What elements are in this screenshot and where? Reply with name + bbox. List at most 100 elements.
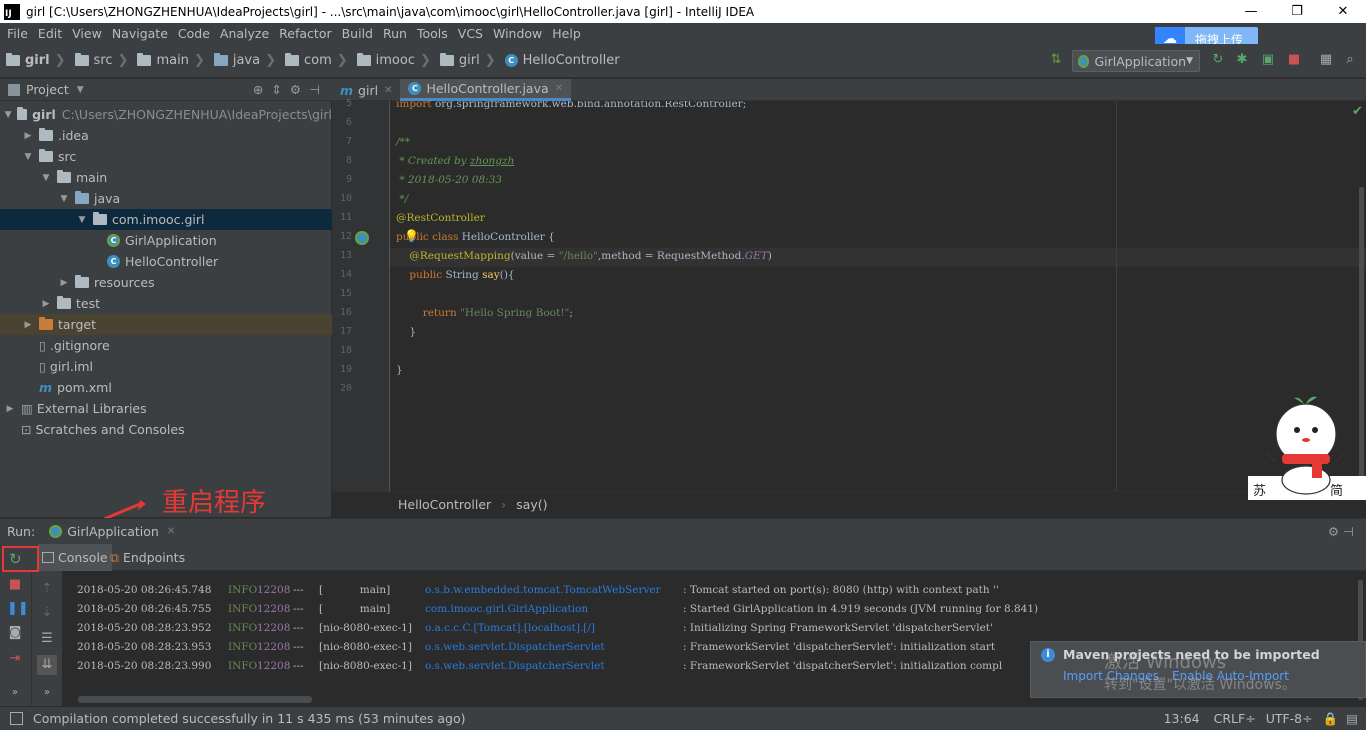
tree-item[interactable]: ▼ com.imooc.girl [0, 209, 332, 230]
log-msg: : Tomcat started on port(s): 8080 (http)… [683, 584, 999, 596]
menu-item-window[interactable]: Window [488, 26, 547, 41]
expanded-arrow-icon[interactable]: ▼ [3, 110, 13, 120]
breadcrumb-item[interactable]: com ❯ [284, 53, 353, 68]
camera-icon[interactable]: ◙ [7, 625, 23, 641]
more-icon[interactable]: » [7, 685, 23, 701]
stop-icon[interactable]: ■ [1286, 52, 1302, 68]
tree-item[interactable]: ▶ target [0, 314, 332, 335]
collapsed-arrow-icon[interactable]: ▶ [21, 131, 35, 141]
code-line: public String say(){ [409, 269, 515, 281]
run-tab-girl-application[interactable]: GirlApplication ✕ [49, 524, 175, 539]
caret-position[interactable]: 13:64 [1164, 711, 1200, 726]
line-separator[interactable]: CRLF÷ [1214, 711, 1256, 726]
tab-endpoints[interactable]: ⧉ Endpoints [106, 544, 189, 571]
menu-item-view[interactable]: View [67, 26, 107, 41]
build-icon[interactable]: ⇅ [1048, 52, 1064, 68]
editor-tabs: m girl ✕ C HelloController.java ✕ [332, 79, 1366, 101]
menu-item-tools[interactable]: Tools [412, 26, 453, 41]
debug-icon[interactable]: ✱ [1234, 52, 1250, 68]
pause-icon[interactable]: ❚❚ [7, 601, 29, 617]
tree-item[interactable]: ▯ girl.iml [0, 356, 332, 377]
menu-item-vcs[interactable]: VCS [453, 26, 488, 41]
collapsed-arrow-icon[interactable]: ▶ [3, 404, 17, 414]
menu-item-build[interactable]: Build [337, 26, 378, 41]
tree-item[interactable]: ⊡ Scratches and Consoles [0, 419, 332, 440]
run-gutter-icon[interactable] [355, 231, 369, 245]
project-panel-title[interactable]: Project [26, 82, 69, 97]
tab-console[interactable]: Console [38, 544, 112, 571]
menu-item-code[interactable]: Code [173, 26, 215, 41]
console-horizontal-scrollbar[interactable] [78, 696, 312, 703]
expanded-arrow-icon[interactable]: ▼ [21, 152, 35, 162]
tree-item[interactable]: ▶ resources [0, 272, 332, 293]
expanded-arrow-icon[interactable]: ▼ [75, 215, 89, 225]
menu-item-refactor[interactable]: Refactor [274, 26, 336, 41]
collapsed-arrow-icon[interactable]: ▶ [57, 278, 71, 288]
tab-hello-controller[interactable]: C HelloController.java ✕ [400, 79, 572, 101]
tree-item[interactable]: ▼ girl C:\Users\ZHONGZHENHUA\IdeaProjects\… [0, 104, 332, 125]
hide-icon[interactable]: ⊣ [309, 82, 328, 97]
run-tab-label: GirlApplication [67, 524, 159, 539]
tree-item[interactable]: C HelloController [0, 251, 332, 272]
code-editor[interactable]: import org.springframework.web.bind.anno… [390, 101, 1366, 491]
tree-item[interactable]: ▼ src [0, 146, 332, 167]
expanded-arrow-icon[interactable]: ▼ [39, 173, 53, 183]
menu-item-analyze[interactable]: Analyze [215, 26, 274, 41]
minimize-icon[interactable]: — [1228, 0, 1274, 23]
chevron-down-icon[interactable]: ▼ [77, 85, 84, 95]
breadcrumb-item[interactable]: java ❯ [213, 53, 281, 68]
tool-windows-icon[interactable] [10, 712, 23, 725]
tree-item[interactable]: ▶ test [0, 293, 332, 314]
menu-item-run[interactable]: Run [378, 26, 412, 41]
event-log-icon[interactable]: ▤ [1346, 711, 1358, 726]
exit-icon[interactable]: ⇥ [7, 651, 23, 667]
lightbulb-icon[interactable]: 💡 [404, 229, 419, 243]
breadcrumb-item[interactable]: girl ❯ [6, 53, 71, 68]
tree-item-label: GirlApplication [125, 233, 217, 248]
down-arrow-icon[interactable]: ⇣ [39, 605, 55, 621]
menu-item-navigate[interactable]: Navigate [107, 26, 173, 41]
gear-icon[interactable]: ⚙ [290, 82, 309, 97]
tree-item[interactable]: ▶ .idea [0, 125, 332, 146]
soft-wrap-icon[interactable]: ☰ [39, 631, 55, 647]
search-everywhere-icon[interactable]: ⌕ [1342, 52, 1358, 68]
tree-item[interactable]: m pom.xml [0, 377, 332, 398]
breadcrumb-item[interactable]: girl ❯ [439, 53, 501, 68]
collapsed-arrow-icon[interactable]: ▶ [21, 320, 35, 330]
tree-item[interactable]: ▼ main [0, 167, 332, 188]
breadcrumb-item[interactable]: src ❯ [74, 53, 134, 68]
menu-item-edit[interactable]: Edit [33, 26, 67, 41]
menu-item-file[interactable]: File [2, 26, 33, 41]
breadcrumb-item[interactable]: C HelloController [504, 53, 620, 68]
expanded-arrow-icon[interactable]: ▼ [57, 194, 71, 204]
run-configuration-select[interactable]: GirlApplication ▼ [1072, 50, 1200, 72]
breadcrumb-item[interactable]: main ❯ [137, 53, 209, 68]
close-tab-icon[interactable]: ✕ [555, 83, 563, 94]
collapsed-arrow-icon[interactable]: ▶ [39, 299, 53, 309]
more-icon[interactable]: » [39, 685, 55, 701]
scroll-to-end-icon[interactable]: ⇊ [37, 655, 57, 675]
tree-item[interactable]: ▼ java [0, 188, 332, 209]
close-tab-icon[interactable]: ✕ [384, 85, 392, 96]
rerun-icon[interactable]: ↻ [9, 550, 22, 568]
tree-item[interactable]: ▶ ▥ External Libraries [0, 398, 332, 419]
project-structure-icon[interactable]: ▦ [1318, 52, 1334, 68]
coverage-icon[interactable]: ▣ [1260, 52, 1276, 68]
up-arrow-icon[interactable]: ⇡ [39, 581, 55, 597]
stop-icon[interactable]: ■ [7, 577, 23, 593]
gear-icon[interactable]: ⚙ ⊣ [1328, 524, 1354, 539]
file-encoding[interactable]: UTF-8÷ [1266, 711, 1313, 726]
menu-item-help[interactable]: Help [547, 26, 586, 41]
breadcrumb-class[interactable]: HelloController [398, 497, 491, 512]
lock-icon[interactable]: 🔒 [1323, 711, 1339, 727]
restore-icon[interactable]: ❐ [1274, 0, 1320, 23]
tree-item[interactable]: C GirlApplication [0, 230, 332, 251]
breadcrumb-method[interactable]: say() [516, 497, 547, 512]
tree-item[interactable]: ▯ .gitignore [0, 335, 332, 356]
close-tab-icon[interactable]: ✕ [167, 526, 175, 537]
collapse-icon[interactable]: ⇕ [271, 82, 289, 97]
close-icon[interactable]: ✕ [1320, 0, 1366, 23]
rerun-icon[interactable]: ↻ [1210, 52, 1226, 68]
locate-icon[interactable]: ⊕ [253, 82, 271, 97]
breadcrumb-item[interactable]: imooc ❯ [356, 53, 436, 68]
